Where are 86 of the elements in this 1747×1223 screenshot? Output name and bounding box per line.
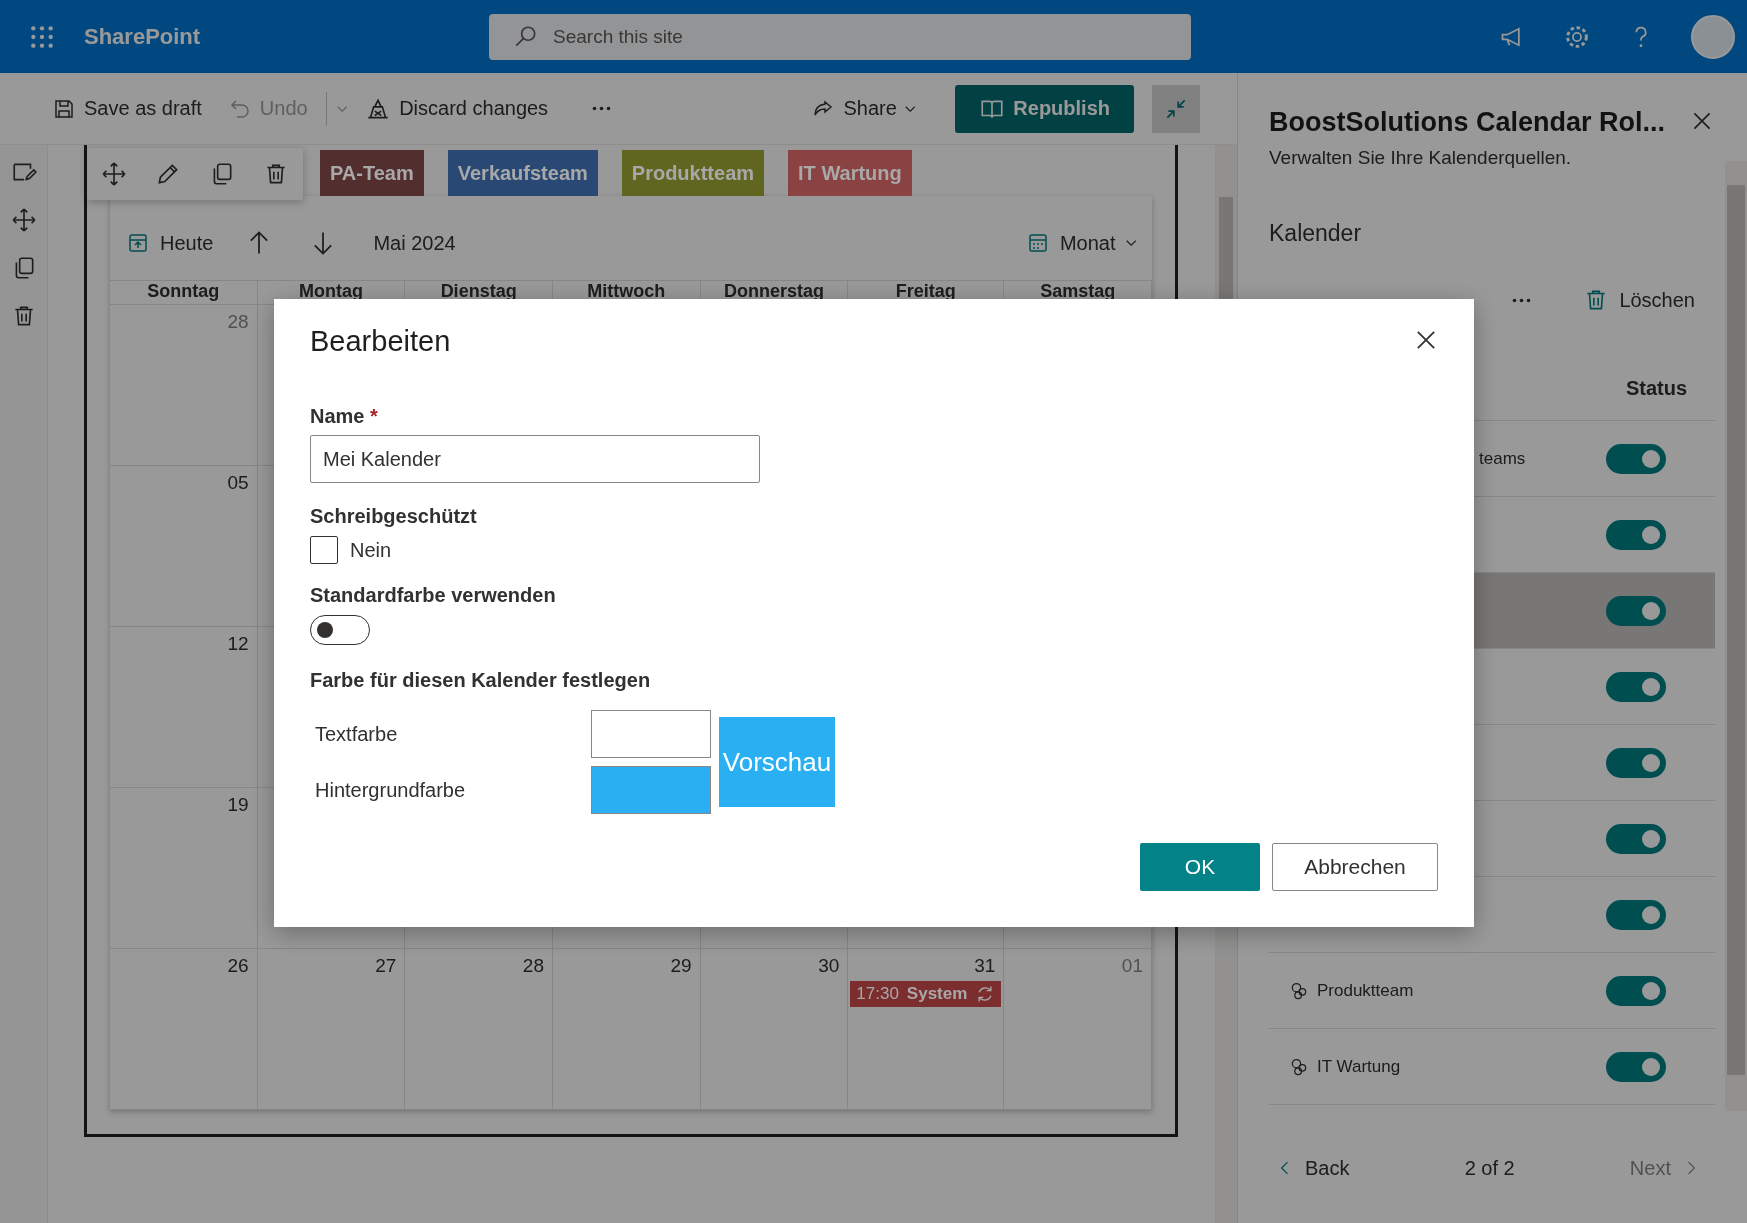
day-cell[interactable]: 26 (110, 949, 258, 1110)
panel-title: BoostSolutions Calendar Rol... (1269, 106, 1667, 138)
day-number: 28 (227, 311, 249, 333)
caret-icon (336, 105, 348, 112)
collapse-button[interactable] (1152, 84, 1200, 133)
column-header: Status (1625, 377, 1687, 400)
day-number: 28 (522, 955, 544, 977)
day-cell[interactable]: 27 (257, 949, 406, 1110)
field-label: Name * (310, 405, 379, 428)
caret-icon (1125, 240, 1136, 246)
dialog-title: Bearbeiten (310, 325, 451, 358)
status-toggle[interactable] (1606, 975, 1666, 1006)
day-cell[interactable]: 05 (110, 466, 258, 627)
share-button[interactable]: Share (803, 90, 924, 127)
day-number: 29 (670, 955, 692, 977)
more-icon (592, 106, 612, 111)
view-dropdown[interactable]: Monat (1021, 227, 1140, 259)
more-icon (1512, 297, 1532, 303)
day-number: 27 (375, 955, 397, 977)
checkbox[interactable] (310, 536, 338, 564)
field-label: Standardfarbe verwenden (310, 584, 557, 607)
calendar-row[interactable]: Produktteam (1269, 953, 1715, 1029)
caret-icon (904, 105, 916, 112)
status-toggle[interactable] (1606, 823, 1666, 854)
day-cell[interactable]: 28 (405, 949, 553, 1110)
day-cell[interactable]: 19 (110, 788, 258, 949)
status-toggle[interactable] (1606, 899, 1666, 930)
app-name[interactable]: SharePoint (84, 23, 489, 50)
event-chip[interactable]: 17:30 System (850, 981, 1002, 1007)
checkbox-label: Nein (350, 538, 392, 562)
scrollbar[interactable] (1725, 161, 1747, 1111)
toggle-switch[interactable] (310, 615, 370, 645)
day-cell[interactable]: 30 (700, 949, 849, 1110)
field-label: Textfarbe (314, 722, 399, 746)
category-tag[interactable]: Verkaufsteam (447, 150, 598, 196)
app-launcher-icon (29, 23, 55, 50)
day-number: 30 (818, 955, 840, 977)
calendar-today-icon (126, 231, 150, 255)
day-number: 31 (974, 955, 996, 977)
calendar-name: IT Wartung (1317, 1056, 1401, 1077)
today-button[interactable]: Heute (122, 227, 218, 259)
calendar-name: teams (1479, 448, 1526, 469)
status-toggle[interactable] (1606, 519, 1666, 550)
status-toggle[interactable] (1606, 671, 1666, 702)
discard-changes-button[interactable]: Discard changes (357, 89, 557, 128)
page-indicator: 2 of 2 (1464, 1156, 1515, 1180)
day-number: 01 (1121, 955, 1143, 977)
category-tag[interactable]: IT Wartung (788, 150, 912, 196)
status-toggle[interactable] (1606, 1051, 1666, 1082)
status-toggle[interactable] (1606, 443, 1666, 474)
sharepoint-site-icon (1289, 980, 1309, 1001)
color-swatch[interactable] (591, 710, 711, 758)
calendar-name: Produktteam (1317, 980, 1414, 1001)
day-number: 26 (227, 955, 249, 977)
sharepoint-site-icon (1289, 1056, 1309, 1077)
calendar-row[interactable]: IT Wartung (1269, 1029, 1715, 1105)
field-label: Schreibgeschützt (310, 505, 478, 528)
save-as-draft-button[interactable]: Save as draft (44, 90, 210, 127)
day-number: 19 (227, 794, 249, 816)
day-number: 05 (227, 472, 249, 494)
panel-description: Verwalten Sie Ihre Kalenderquellen. (1269, 147, 1573, 170)
search-field[interactable]: Search this site (489, 13, 1191, 60)
republish-button[interactable]: Republish (955, 84, 1134, 133)
move-icon (101, 161, 127, 187)
month-label: Mai 2024 (373, 231, 456, 255)
section-heading: Kalender (1269, 220, 1363, 247)
day-cell[interactable]: 12 (110, 627, 258, 788)
day-number: 12 (227, 633, 249, 655)
edit-icon (155, 161, 181, 187)
back-button[interactable]: Back (1269, 1155, 1356, 1181)
delete-button[interactable]: Löschen (1577, 286, 1701, 314)
cancel-button[interactable]: Abbrechen (1272, 843, 1438, 891)
weekday-header: Sonntag (110, 281, 258, 305)
move-icon (10, 207, 37, 233)
day-cell[interactable]: 29 (552, 949, 701, 1110)
ok-button[interactable]: OK (1140, 843, 1260, 891)
day-cell[interactable]: 31 17:30 System (848, 949, 1005, 1110)
name-field[interactable]: Mei Kalender (310, 435, 760, 483)
avatar[interactable] (1691, 14, 1735, 59)
category-tag[interactable]: PA-Team (320, 150, 424, 196)
field-label: Hintergrundfarbe (314, 778, 467, 802)
status-toggle[interactable] (1606, 595, 1666, 626)
section-heading: Farbe für diesen Kalender festlegen (310, 669, 652, 692)
color-swatch[interactable] (591, 766, 711, 814)
color-preview: Vorschau (719, 717, 835, 807)
status-toggle[interactable] (1606, 747, 1666, 778)
